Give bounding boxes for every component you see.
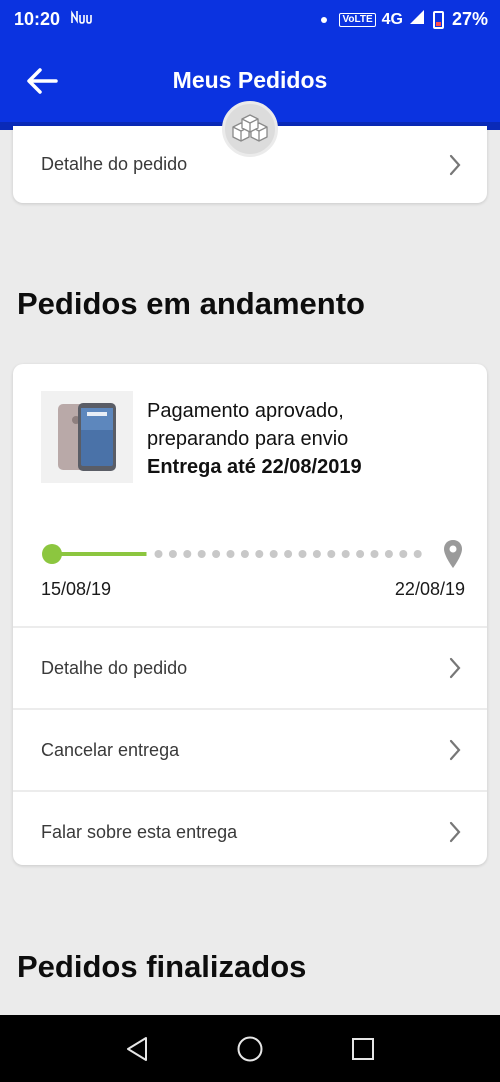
talk-about-delivery-label: Falar sobre esta entrega	[41, 821, 238, 842]
tracker-dot	[413, 550, 422, 558]
tracker-dot	[168, 550, 177, 558]
box-icon	[232, 114, 268, 142]
tracker-dot	[312, 550, 321, 558]
tracker-dot	[183, 550, 192, 558]
tracker-dot	[255, 550, 264, 558]
chevron-right-icon	[449, 739, 461, 761]
tracker-dot	[284, 550, 293, 558]
chevron-right-icon	[449, 154, 461, 175]
battery-icon	[432, 10, 444, 29]
product-image[interactable]	[41, 391, 133, 483]
cancel-delivery-label: Cancelar entrega	[41, 739, 180, 760]
status-line-2: preparando para envio	[147, 428, 349, 450]
start-date: 15/08/19	[41, 579, 112, 599]
system-nav-bar	[0, 1015, 500, 1082]
recents-nav-icon[interactable]	[351, 1037, 375, 1061]
tracker-dot	[212, 550, 221, 558]
progress-start-dot	[42, 544, 62, 564]
tracker-dot	[399, 550, 408, 558]
status-bar: 10:20 VoLTE 4G 27%	[0, 0, 500, 39]
back-nav-icon[interactable]	[125, 1036, 149, 1062]
battery-percent: 27%	[451, 9, 488, 29]
cancel-delivery-row[interactable]: Cancelar entrega	[13, 710, 487, 790]
talk-about-delivery-row[interactable]: Falar sobre esta entrega	[13, 792, 487, 872]
order-detail-label: Detalhe do pedido	[41, 154, 188, 174]
status-line-1: Pagamento aprovado,	[147, 400, 344, 422]
notification-icon	[70, 9, 92, 30]
order-card: Pagamento aprovado, preparando para envi…	[13, 364, 487, 865]
tracker-dot	[298, 550, 307, 558]
order-detail-row[interactable]: Detalhe do pedido	[13, 628, 487, 708]
page-title: Meus Pedidos	[172, 67, 328, 93]
order-actions: Detalhe do pedido Cancelar entrega Falar…	[13, 626, 487, 872]
section-title-finished: Pedidos finalizados	[17, 949, 307, 984]
chevron-right-icon	[449, 657, 461, 679]
delivery-date: Entrega até 22/08/2019	[147, 456, 362, 478]
tracker-dot	[197, 550, 206, 558]
order-detail-label: Detalhe do pedido	[41, 657, 188, 678]
network-type: 4G	[381, 10, 403, 28]
notification-dot-icon	[321, 16, 328, 23]
signal-icon	[409, 9, 425, 30]
location-pin-icon	[444, 540, 462, 568]
order-status: Pagamento aprovado, preparando para envi…	[147, 397, 362, 481]
section-title-in-progress: Pedidos em andamento	[17, 286, 365, 321]
tracker-dot	[384, 550, 393, 558]
tracker-dates: 15/08/19 22/08/19	[41, 579, 465, 600]
home-nav-icon[interactable]	[236, 1035, 264, 1063]
tracker-dot	[370, 550, 379, 558]
end-date: 22/08/19	[394, 579, 465, 599]
tracker-dot	[226, 550, 235, 558]
tracker-dot	[269, 550, 278, 558]
volte-badge: VoLTE	[339, 12, 376, 27]
tracker-dot	[356, 550, 365, 558]
status-time: 10:20	[14, 9, 61, 29]
tracker-dot	[240, 550, 249, 558]
box-badge	[222, 101, 278, 157]
chevron-right-icon	[449, 821, 461, 843]
delivery-progress-tracker	[42, 540, 462, 568]
smartphone-icon	[58, 403, 116, 471]
tracker-dot	[154, 550, 163, 558]
tracker-dot	[327, 550, 336, 558]
tracker-dot	[341, 550, 350, 558]
